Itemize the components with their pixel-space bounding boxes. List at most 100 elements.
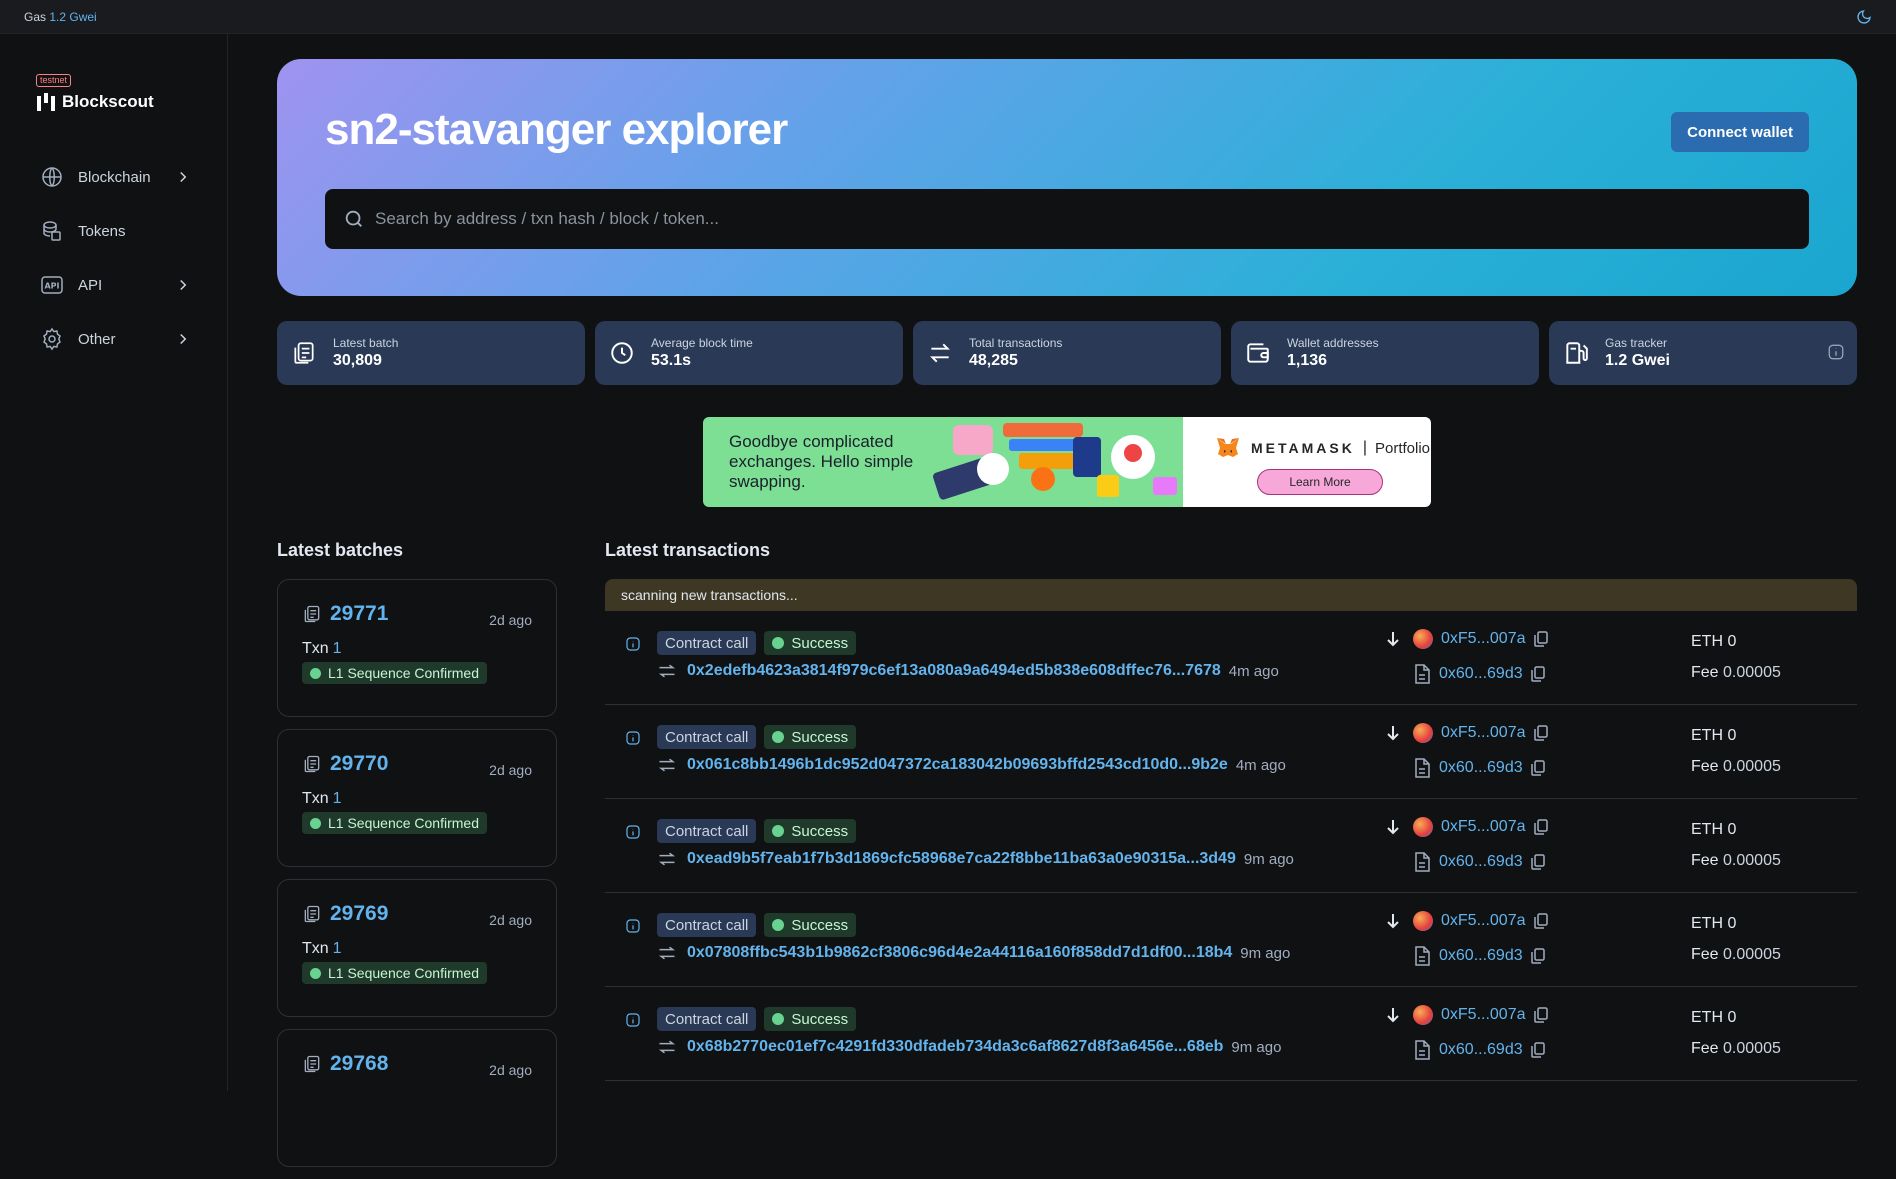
to-address-link[interactable]: 0x60...69d3	[1439, 1041, 1523, 1059]
clock-icon	[611, 342, 633, 364]
sidebar-item-tokens[interactable]: Tokens	[28, 208, 204, 254]
transfer-icon	[658, 852, 676, 866]
info-icon[interactable]	[625, 918, 641, 934]
copy-icon[interactable]	[1530, 760, 1545, 776]
info-icon[interactable]	[625, 730, 641, 746]
ad-product: Portfolio	[1375, 439, 1431, 457]
tx-hash-link[interactable]: 0xead9b5f7eab1f7b3d1869cfc58968e7ca22f8b…	[687, 850, 1236, 868]
tx-hash-link[interactable]: 0x07808ffbc543b1b9862cf3806c96d4e2a44116…	[687, 944, 1232, 962]
gas-pump-icon	[1566, 342, 1588, 364]
latest-transactions-title: Latest transactions	[605, 540, 771, 560]
copy-icon[interactable]	[1530, 854, 1545, 870]
batch-number-link[interactable]: 29770	[330, 752, 388, 776]
learn-more-button[interactable]: Learn More	[1257, 469, 1383, 495]
avatar	[1413, 723, 1433, 743]
tx-fee: Fee 0.00005	[1691, 758, 1781, 776]
info-icon[interactable]	[625, 824, 641, 840]
copy-icon[interactable]	[1530, 666, 1545, 682]
check-circle-icon	[772, 825, 785, 837]
stat-value: 30,809	[333, 352, 382, 369]
sidebar-item-other[interactable]: Other	[28, 316, 204, 362]
moon-icon[interactable]	[1856, 9, 1872, 25]
copy-icon[interactable]	[1533, 819, 1548, 835]
stat-label: Wallet addresses	[1287, 336, 1379, 350]
transfer-icon	[658, 946, 676, 960]
api-icon: API	[41, 276, 63, 294]
document-icon	[294, 342, 314, 364]
stat-value: 1,136	[1287, 352, 1328, 369]
tx-fee: Fee 0.00005	[1691, 852, 1781, 870]
from-address-link[interactable]: 0xF5...007a	[1441, 1006, 1526, 1024]
status-label: L1 Sequence Confirmed	[328, 815, 479, 831]
batch-age: 2d ago	[489, 612, 532, 628]
search-bar[interactable]	[325, 189, 1809, 249]
fee-value: 0.00005	[1723, 946, 1781, 963]
stat-average-block-time: Average block time 53.1s	[595, 321, 903, 385]
copy-icon[interactable]	[1533, 1007, 1548, 1023]
sidebar-item-label: Blockchain	[78, 168, 151, 186]
connect-wallet-button[interactable]: Connect wallet	[1671, 112, 1809, 152]
tx-fee: Fee 0.00005	[1691, 664, 1781, 682]
contract-icon	[1415, 852, 1430, 872]
chevron-right-icon	[180, 279, 187, 291]
sidebar-item-blockchain[interactable]: Blockchain	[28, 154, 204, 200]
stat-value: 53.1s	[651, 352, 692, 369]
to-address-link[interactable]: 0x60...69d3	[1439, 759, 1523, 777]
txn-label: Txn	[302, 640, 329, 657]
copy-icon[interactable]	[1533, 631, 1548, 647]
copy-icon[interactable]	[1533, 725, 1548, 741]
tx-type-badge: Contract call	[657, 913, 757, 937]
document-icon	[304, 755, 320, 773]
from-address-link[interactable]: 0xF5...007a	[1441, 724, 1526, 742]
gas-price-label[interactable]: Gas 1.2 Gwei	[24, 10, 97, 24]
from-address-link[interactable]: 0xF5...007a	[1441, 912, 1526, 930]
sidebar-item-api[interactable]: API API	[28, 262, 204, 308]
from-address-link[interactable]: 0xF5...007a	[1441, 818, 1526, 836]
search-input[interactable]	[375, 209, 1791, 229]
tx-status-badge: Success	[764, 819, 857, 843]
status-label: L1 Sequence Confirmed	[328, 665, 479, 681]
arrow-down-icon	[1387, 820, 1399, 835]
batch-number-link[interactable]: 29768	[330, 1052, 388, 1076]
info-icon[interactable]	[625, 1012, 641, 1028]
info-icon[interactable]	[625, 636, 641, 652]
tx-hash-link[interactable]: 0x061c8bb1496b1dc952d047372ca183042b0969…	[687, 756, 1228, 774]
brand-logo[interactable]: testnet Blockscout	[36, 70, 154, 112]
tx-hash-link[interactable]: 0x68b2770ec01ef7c4291fd330dfadeb734da3c6…	[687, 1038, 1223, 1056]
scanning-banner: scanning new transactions...	[605, 579, 1857, 611]
metamask-fox-icon	[1217, 438, 1239, 457]
to-address-link[interactable]: 0x60...69d3	[1439, 853, 1523, 871]
batch-number-link[interactable]: 29771	[330, 602, 388, 626]
arrow-down-icon	[1387, 632, 1399, 647]
to-address-link[interactable]: 0x60...69d3	[1439, 665, 1523, 683]
tx-status-badge: Success	[764, 1007, 857, 1031]
contract-icon	[1415, 946, 1430, 966]
copy-icon[interactable]	[1530, 948, 1545, 964]
to-address-link[interactable]: 0x60...69d3	[1439, 947, 1523, 965]
gear-icon	[43, 327, 61, 351]
blockscout-logo-icon	[37, 93, 55, 111]
txn-count-link[interactable]: 1	[333, 790, 342, 807]
tx-value: ETH 0	[1691, 633, 1737, 650]
copy-icon[interactable]	[1533, 913, 1548, 929]
txn-count-link[interactable]: 1	[333, 940, 342, 957]
svg-text:API: API	[44, 282, 59, 291]
fee-label: Fee	[1691, 946, 1719, 963]
copy-icon[interactable]	[1530, 1042, 1545, 1058]
globe-icon	[42, 167, 62, 187]
stat-latest-batch: Latest batch 30,809	[277, 321, 585, 385]
stat-value: 1.2 Gwei	[1605, 352, 1670, 369]
from-address-link[interactable]: 0xF5...007a	[1441, 630, 1526, 648]
transaction-row: Contract call Success 0xead9b5f7eab1f7b3…	[605, 799, 1857, 893]
batch-card: 29769 2d ago Txn 1 L1 Sequence Confirmed	[277, 879, 557, 1017]
info-icon[interactable]	[1827, 343, 1845, 361]
transaction-row: Contract call Success 0x68b2770ec01ef7c4…	[605, 987, 1857, 1081]
txn-count-link[interactable]: 1	[333, 640, 342, 657]
batch-number-link[interactable]: 29769	[330, 902, 388, 926]
ad-banner[interactable]: Goodbye complicated exchanges. Hello sim…	[703, 417, 1431, 507]
tx-hash-link[interactable]: 0x2edefb4623a3814f979c6ef13a080a9a6494ed…	[687, 662, 1221, 680]
check-circle-icon	[772, 919, 785, 931]
stat-gas-tracker: Gas tracker 1.2 Gwei	[1549, 321, 1857, 385]
tx-value: ETH 0	[1691, 915, 1737, 932]
transaction-row: Contract call Success 0x2edefb4623a3814f…	[605, 611, 1857, 705]
